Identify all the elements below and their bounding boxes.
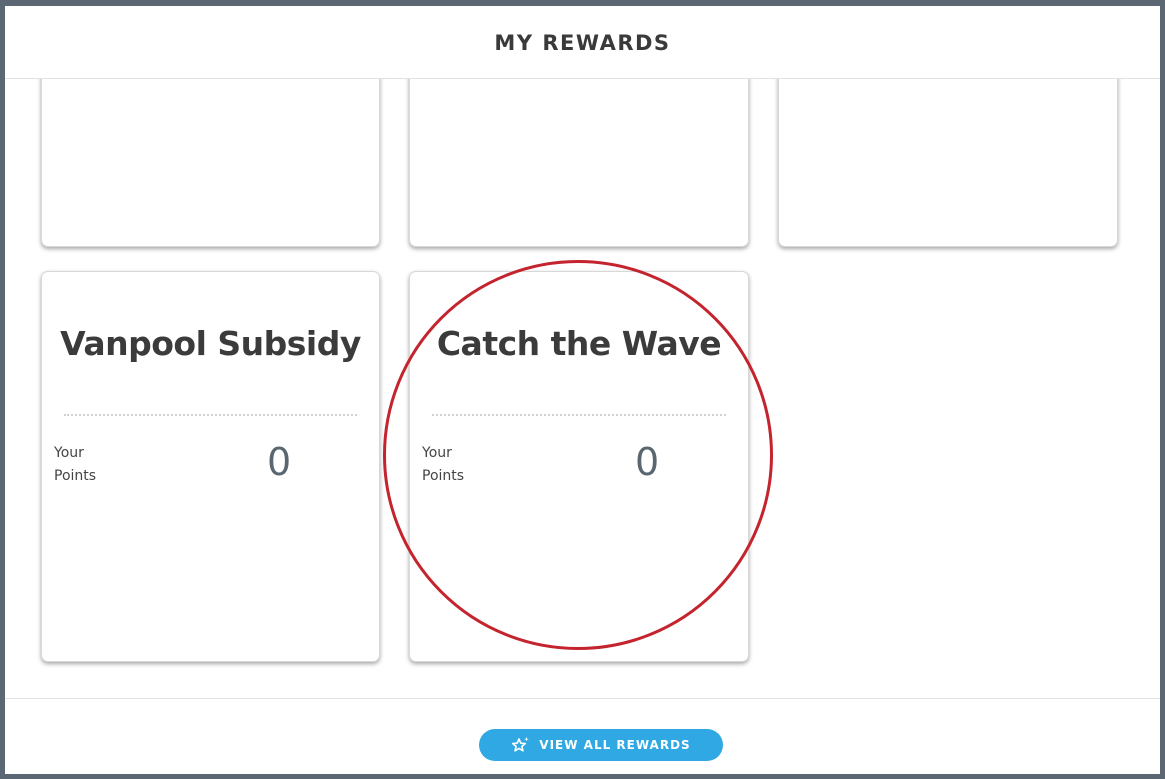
reward-card-catch-the-wave[interactable]: Catch the Wave Your Points 0 xyxy=(409,271,749,662)
points-label: Your Points xyxy=(54,445,97,484)
rewards-panel: MY REWARDS Vanpool Subsidy Your Points 0 … xyxy=(0,0,1165,779)
reward-card[interactable] xyxy=(409,79,749,247)
reward-card[interactable] xyxy=(41,79,380,247)
view-all-rewards-button[interactable]: VIEW ALL REWARDS xyxy=(479,729,723,761)
star-sparkle-icon xyxy=(511,736,531,754)
reward-card[interactable] xyxy=(778,79,1118,247)
points-value: 0 xyxy=(635,440,660,484)
points-label: Your Points xyxy=(422,445,465,484)
reward-title: Vanpool Subsidy xyxy=(60,324,361,363)
divider xyxy=(432,414,726,416)
rewards-grid: Vanpool Subsidy Your Points 0 Catch the W… xyxy=(5,79,1160,698)
points-value: 0 xyxy=(267,440,292,484)
panel-header: MY REWARDS xyxy=(5,6,1160,79)
view-all-rewards-label: VIEW ALL REWARDS xyxy=(539,738,691,752)
reward-title: Catch the Wave xyxy=(436,324,722,363)
divider xyxy=(64,414,357,416)
panel-footer: VIEW ALL REWARDS xyxy=(5,698,1160,774)
reward-card-vanpool-subsidy[interactable]: Vanpool Subsidy Your Points 0 xyxy=(41,271,380,662)
page-title: MY REWARDS xyxy=(494,31,671,55)
